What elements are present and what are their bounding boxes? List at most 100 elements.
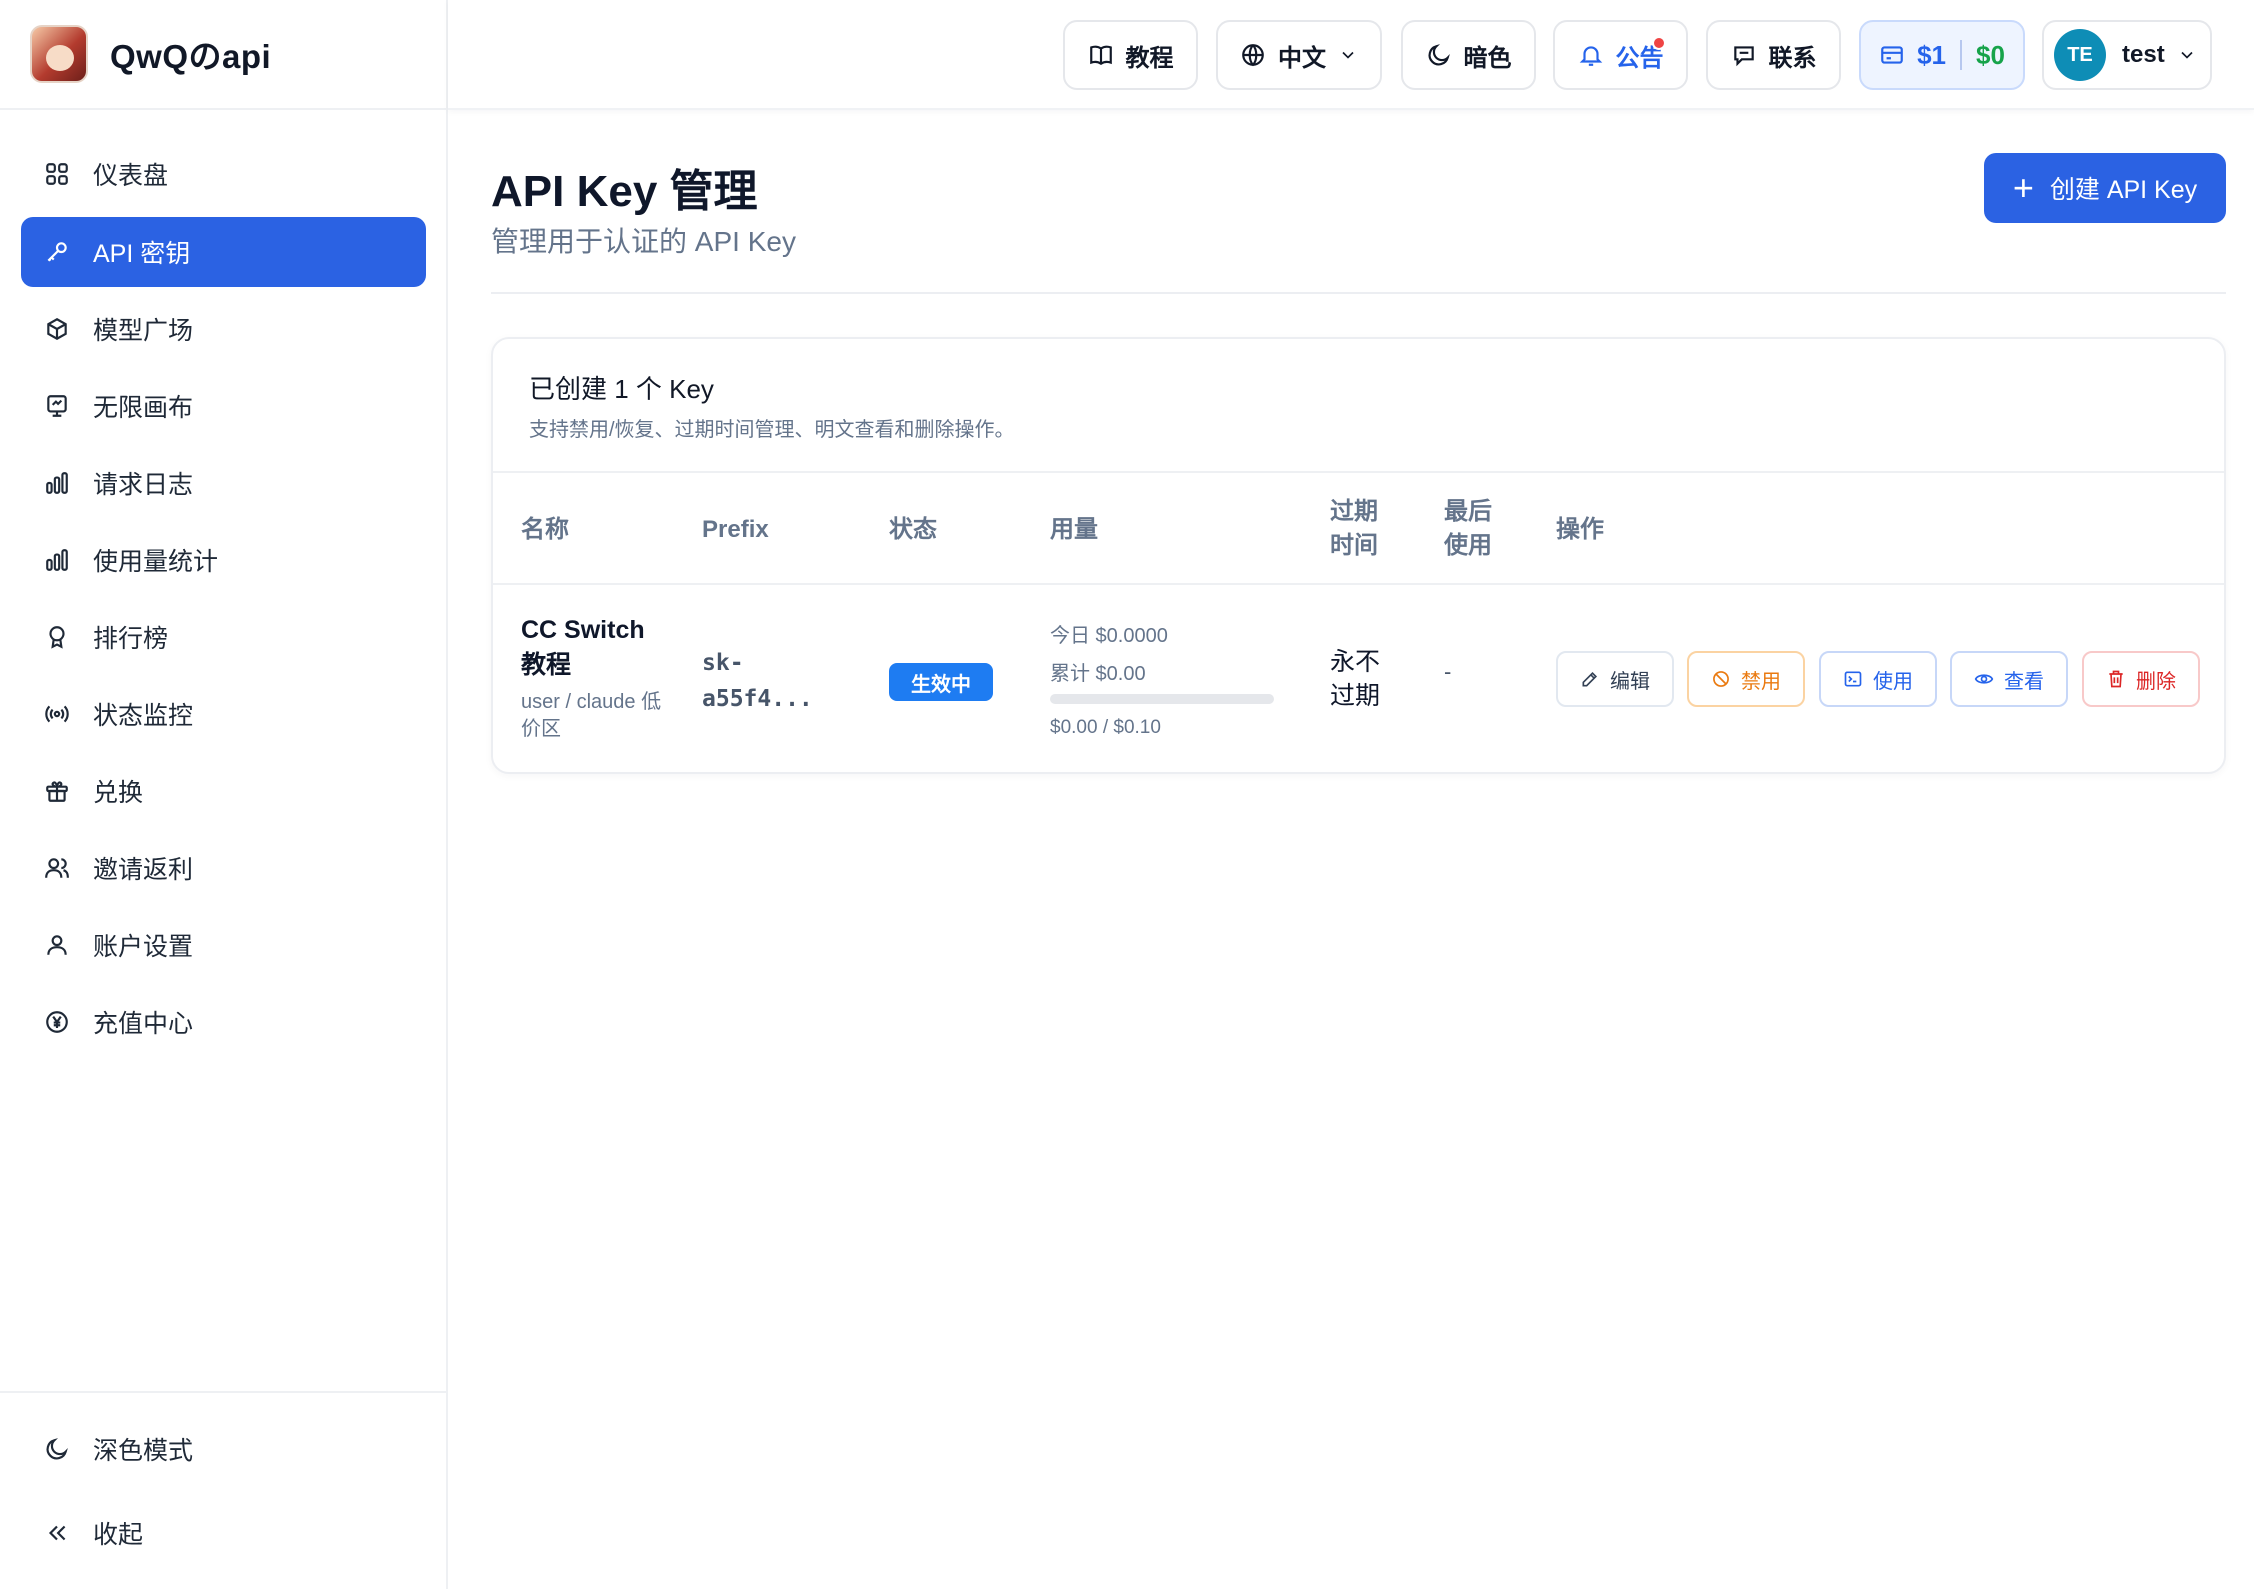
sidebar-item-label: 收起	[93, 1521, 144, 1549]
delete-label: 删除	[2136, 670, 2176, 693]
sidebar-footer	[0, 1391, 446, 1393]
theme-label: 暗色	[1463, 44, 1512, 72]
user-menu[interactable]: TE test	[2042, 20, 2212, 90]
top-bar: 教程 中文 暗色 公告 联系 $1 $0 TE test	[448, 0, 2254, 110]
key-name: CC Switch 教程	[521, 616, 645, 679]
view-label: 查看	[2004, 670, 2044, 693]
delete-button[interactable]: 删除	[2082, 651, 2200, 707]
sidebar-item-referral[interactable]: 邀请返利	[21, 833, 426, 903]
sidebar-item-leaderboard[interactable]: 排行榜	[21, 602, 426, 672]
usage-progress-bar	[1050, 694, 1274, 704]
sidebar-item-label: 邀请返利	[93, 856, 194, 884]
sidebar-item-account-settings[interactable]: 账户设置	[21, 910, 426, 980]
key-prefix: sk-a55f4...	[702, 650, 813, 712]
brand-logo	[30, 25, 88, 83]
sidebar-item-label: 请求日志	[93, 471, 194, 499]
trash-icon	[2109, 670, 2123, 688]
sidebar-item-label: 仪表盘	[93, 162, 169, 190]
moon-icon	[43, 1435, 71, 1463]
page-subtitle: 管理用于认证的 API Key	[491, 226, 796, 257]
key-meta: user / claude 低价区	[521, 691, 662, 740]
chat-icon	[1733, 46, 1754, 67]
sidebar-item-label: 兑换	[93, 779, 144, 807]
usage-total: 累计 $0.00	[1050, 663, 1146, 685]
balance-separator	[1960, 40, 1962, 70]
ban-icon	[1713, 671, 1729, 687]
sidebar-item-status-monitor[interactable]: 状态监控	[21, 679, 426, 749]
language-select[interactable]: 中文	[1216, 20, 1382, 90]
chevron-down-icon	[1342, 51, 1354, 59]
collapse-sidebar-button[interactable]: 收起	[21, 1498, 426, 1568]
notice-button[interactable]: 公告	[1553, 20, 1688, 90]
bell-icon	[1579, 46, 1602, 66]
bar-chart-icon	[43, 469, 71, 497]
disable-button[interactable]: 禁用	[1687, 651, 1805, 707]
column-header-actions: 操作	[1556, 516, 1604, 543]
sidebar-item-usage-stats[interactable]: 使用量统计	[21, 525, 426, 595]
brand-name: QwQのapi	[110, 38, 272, 75]
balance-primary: $1	[1917, 39, 1946, 70]
globe-icon	[1242, 44, 1264, 67]
chevron-down-icon	[2181, 51, 2193, 59]
sidebar-item-label: 排行榜	[93, 625, 169, 653]
last-used-value: -	[1444, 659, 1452, 684]
yen-icon	[43, 1008, 71, 1036]
terminal-icon	[1844, 671, 1862, 687]
notification-dot	[1652, 36, 1666, 50]
column-header-expire: 过期 时间	[1330, 495, 1378, 563]
gift-icon	[43, 777, 71, 805]
card-description: 支持禁用/恢复、过期时间管理、明文查看和删除操作。	[529, 419, 1015, 441]
tutorial-button[interactable]: 教程	[1063, 20, 1198, 90]
sidebar-item-request-logs[interactable]: 请求日志	[21, 448, 426, 518]
sidebar-item-label: 模型广场	[93, 317, 194, 345]
sidebar-item-label: 使用量统计	[93, 548, 219, 576]
use-button[interactable]: 使用	[1819, 651, 1937, 707]
column-header-usage: 用量	[1050, 516, 1098, 543]
view-button[interactable]: 查看	[1950, 651, 2068, 707]
api-key-card: 已创建 1 个 Key 支持禁用/恢复、过期时间管理、明文查看和删除操作。 名称…	[491, 337, 2226, 774]
sidebar: QwQのapi 仪表盘 API 密钥 模型广场 无限画布 请求日志 使用量统计 …	[0, 0, 448, 1589]
user-icon	[43, 931, 71, 959]
sidebar-item-label: 深色模式	[93, 1437, 194, 1465]
canvas-icon	[43, 392, 71, 420]
card-divider	[493, 471, 2224, 473]
column-header-expire-line1: 过期	[1330, 498, 1378, 525]
column-header-last-used: 最后 使用	[1444, 495, 1492, 563]
brand[interactable]: QwQのapi	[0, 0, 446, 110]
sidebar-item-redeem[interactable]: 兑换	[21, 756, 426, 826]
book-icon	[1089, 45, 1112, 65]
moon-icon	[1428, 44, 1450, 66]
column-header-last-line2: 使用	[1444, 532, 1492, 559]
eye-icon	[1974, 674, 1994, 684]
contact-button[interactable]: 联系	[1706, 20, 1841, 90]
key-icon	[43, 238, 71, 266]
page-title: API Key 管理	[491, 167, 758, 216]
sidebar-item-dashboard[interactable]: 仪表盘	[21, 139, 426, 209]
column-header-status: 状态	[889, 516, 937, 543]
avatar: TE	[2054, 29, 2106, 81]
sidebar-item-recharge[interactable]: 充值中心	[21, 987, 426, 1057]
card-title: 已创建 1 个 Key	[529, 374, 714, 404]
create-api-key-button[interactable]: + 创建 API Key	[1984, 153, 2226, 223]
theme-toggle[interactable]: 暗色	[1401, 20, 1536, 90]
column-header-expire-line2: 时间	[1330, 532, 1378, 559]
grid-icon	[43, 160, 71, 188]
credit-card-icon	[1881, 46, 1903, 64]
sidebar-item-canvas[interactable]: 无限画布	[21, 371, 426, 441]
expire-value: 永不过期	[1330, 648, 1381, 710]
sidebar-item-api-keys[interactable]: API 密钥	[21, 217, 426, 287]
balance-button[interactable]: $1 $0	[1859, 20, 2025, 90]
table-header-divider	[493, 583, 2224, 585]
sidebar-item-models[interactable]: 模型广场	[21, 294, 426, 364]
usage-today: 今日 $0.0000	[1050, 625, 1168, 647]
contact-label: 联系	[1768, 44, 1817, 72]
status-badge: 生效中	[889, 663, 993, 701]
edit-button[interactable]: 编辑	[1556, 651, 1674, 707]
plus-icon: +	[2012, 167, 2034, 208]
signal-icon	[43, 700, 71, 728]
column-header-prefix: Prefix	[702, 516, 769, 543]
dark-mode-toggle[interactable]: 深色模式	[21, 1414, 426, 1484]
usage-quota: $0.00 / $0.10	[1050, 717, 1161, 738]
sidebar-item-label: 状态监控	[93, 702, 194, 730]
disable-label: 禁用	[1741, 670, 1781, 693]
